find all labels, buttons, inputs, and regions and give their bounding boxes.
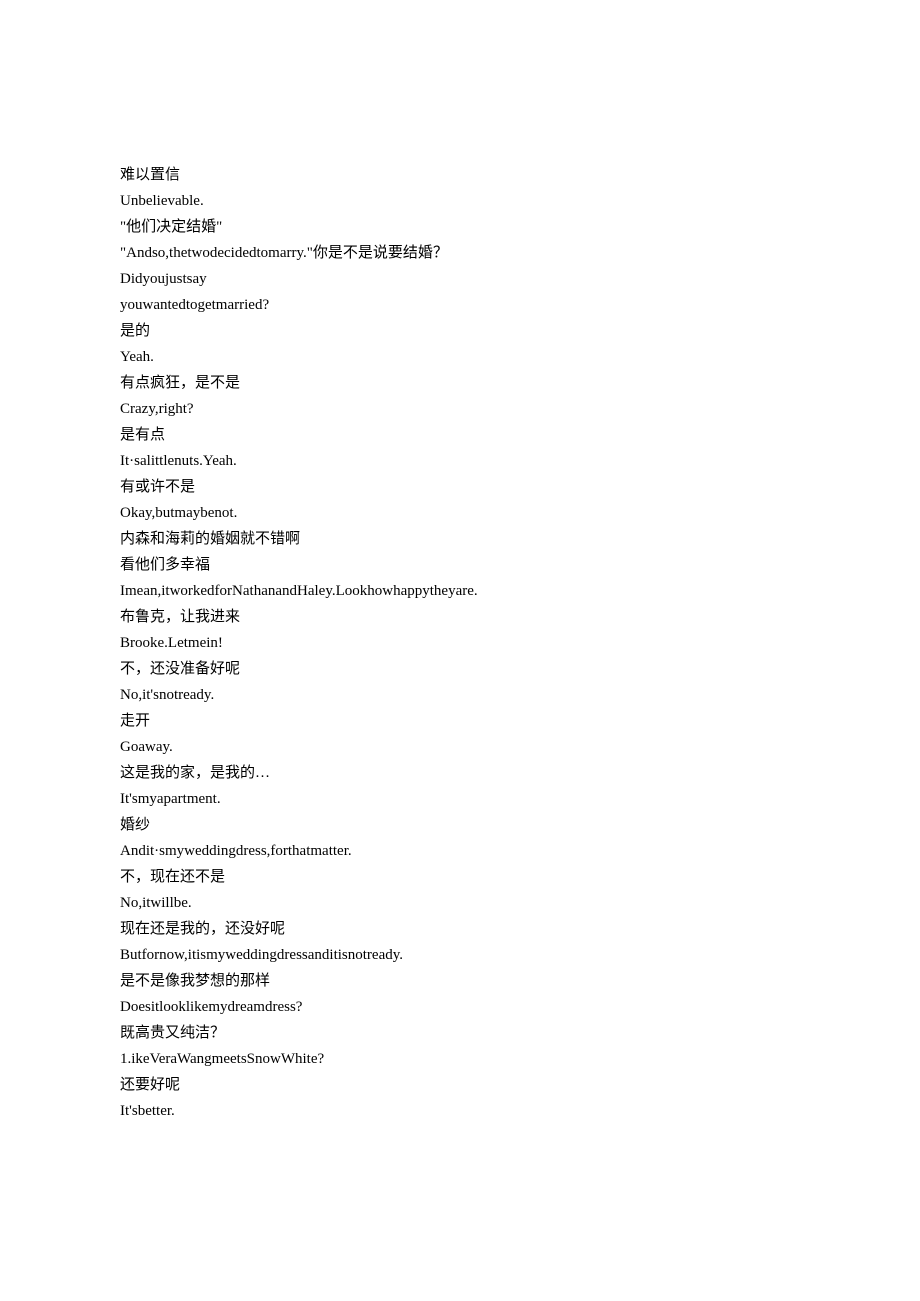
text-line: 是的 [120, 318, 800, 344]
text-line: "Andso,thetwodecidedtomarry."你是不是说要结婚？ [120, 240, 800, 266]
text-line: 难以置信 [120, 162, 800, 188]
text-line: 走开 [120, 708, 800, 734]
text-line: 有点疯狂，是不是 [120, 370, 800, 396]
text-line: Goaway. [120, 734, 800, 760]
text-line: 布鲁克，让我进来 [120, 604, 800, 630]
text-line: 既高贵又纯洁？ [120, 1020, 800, 1046]
text-line: 是不是像我梦想的那样 [120, 968, 800, 994]
text-line: It'smyapartment. [120, 786, 800, 812]
document-content: 难以置信 Unbelievable. "他们决定结婚" "Andso,thetw… [0, 0, 920, 1124]
text-line: Doesitlooklikemydreamdress? [120, 994, 800, 1020]
text-line: Okay,butmaybenot. [120, 500, 800, 526]
text-line: Unbelievable. [120, 188, 800, 214]
text-line: Andit·smyweddingdress,forthatmatter. [120, 838, 800, 864]
text-line: Brooke.Letmein! [120, 630, 800, 656]
text-line: 还要好呢 [120, 1072, 800, 1098]
text-line: 现在还是我的，还没好呢 [120, 916, 800, 942]
text-line: Crazy,right? [120, 396, 800, 422]
text-line: 看他们多幸福 [120, 552, 800, 578]
text-line: Didyoujustsay [120, 266, 800, 292]
text-line: 不，现在还不是 [120, 864, 800, 890]
text-line: No,it'snotready. [120, 682, 800, 708]
text-line: 不，还没准备好呢 [120, 656, 800, 682]
text-line: "他们决定结婚" [120, 214, 800, 240]
text-line: 婚纱 [120, 812, 800, 838]
text-line: 有或许不是 [120, 474, 800, 500]
text-line: Butfornow,itismyweddingdressanditisnotre… [120, 942, 800, 968]
text-line: Yeah. [120, 344, 800, 370]
text-line: 是有点 [120, 422, 800, 448]
text-line: It'sbetter. [120, 1098, 800, 1124]
text-line: 这是我的家，是我的… [120, 760, 800, 786]
text-line: Imean,itworkedforNathanandHaley.Lookhowh… [120, 578, 800, 604]
text-line: It·salittlenuts.Yeah. [120, 448, 800, 474]
text-line: 内森和海莉的婚姻就不错啊 [120, 526, 800, 552]
text-line: 1.ikeVeraWangmeetsSnowWhite? [120, 1046, 800, 1072]
text-line: No,itwillbe. [120, 890, 800, 916]
text-line: youwantedtogetmarried? [120, 292, 800, 318]
